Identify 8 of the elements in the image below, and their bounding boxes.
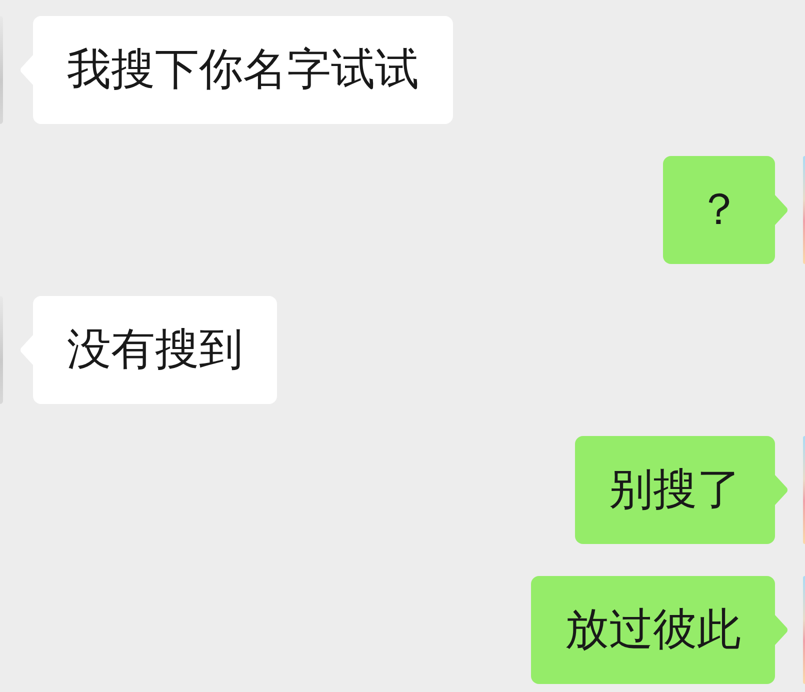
- message-bubble: 别搜了: [575, 436, 775, 544]
- message-bubble: ？: [663, 156, 775, 264]
- bubble-tail-icon: [775, 615, 788, 645]
- message-bubble: 没有搜到: [33, 296, 277, 404]
- message-bubble: 放过彼此: [531, 576, 775, 684]
- bubble-tail-icon: [775, 475, 788, 505]
- message-bubble: 我搜下你名字试试: [33, 16, 453, 124]
- bubble-tail-icon: [775, 195, 788, 225]
